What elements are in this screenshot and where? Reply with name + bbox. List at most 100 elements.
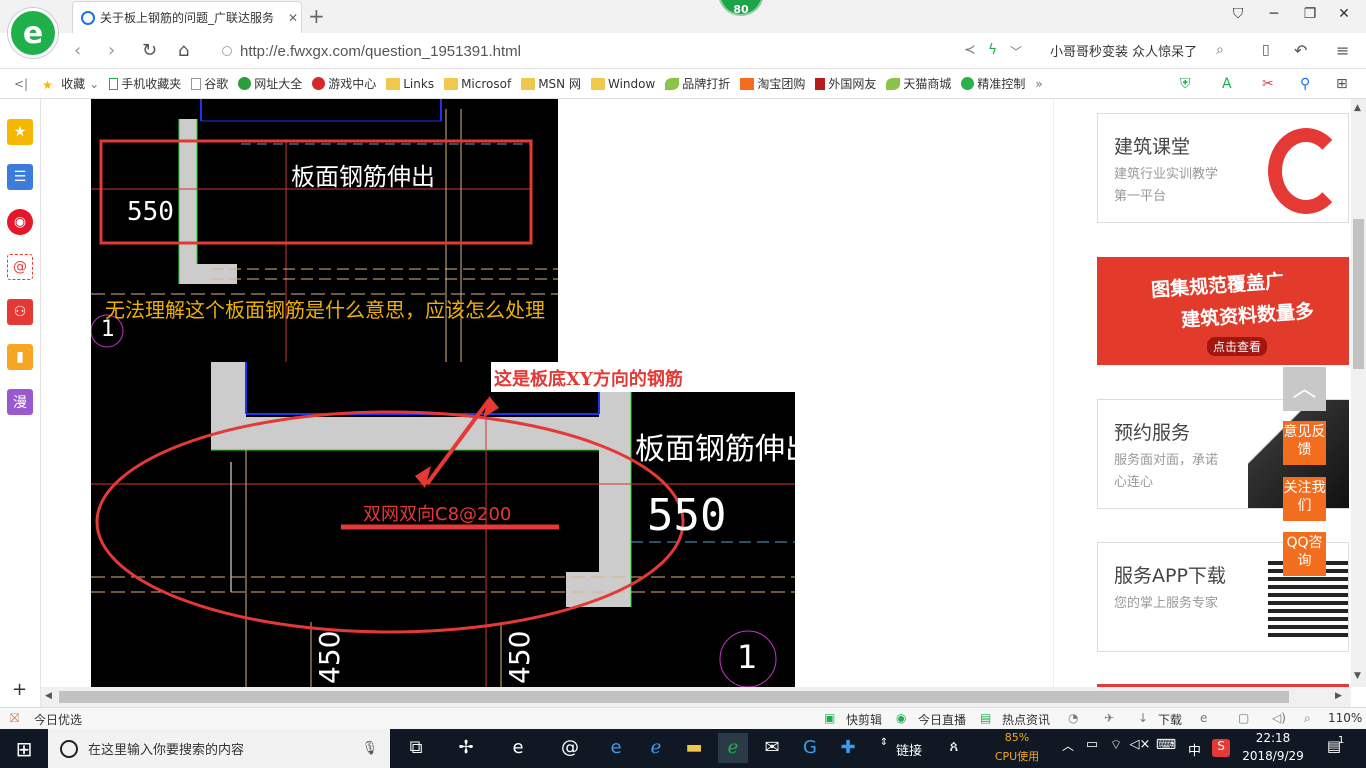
pin-icon[interactable]: ✈ xyxy=(1104,711,1114,725)
favorites-icon[interactable]: ★ xyxy=(7,119,33,145)
speed-icon[interactable]: ◔ xyxy=(1068,711,1078,725)
wifi-icon[interactable]: ⌔ xyxy=(1104,737,1128,761)
mail-icon[interactable]: @ xyxy=(7,254,33,280)
bookmark-item[interactable]: 游戏中心 xyxy=(312,75,376,92)
follow-us-button[interactable]: 关注我们 xyxy=(1283,477,1326,521)
clock-time[interactable]: 22:18 xyxy=(1246,731,1300,745)
bookmark-item[interactable]: MSN 网 xyxy=(521,75,581,92)
app-spiral-icon[interactable]: @ xyxy=(558,737,582,761)
shield-icon[interactable]: ⛨ xyxy=(1180,76,1191,92)
restore-icon[interactable]: ❐ xyxy=(1300,6,1320,22)
live-icon[interactable]: ◉ xyxy=(896,711,906,725)
task-view-icon[interactable]: ⧉ xyxy=(404,737,428,761)
forward-icon[interactable]: › xyxy=(108,40,115,61)
clock-date[interactable]: 2018/9/29 xyxy=(1240,749,1306,763)
battery-icon[interactable]: ▭ xyxy=(1080,737,1104,761)
search-suggestion[interactable]: 小哥哥秒变装 众人惊呆了 xyxy=(1050,41,1197,60)
windows-start-icon[interactable]: ⊞ xyxy=(12,737,36,761)
ie-icon[interactable]: e xyxy=(1200,711,1207,725)
site-info-icon[interactable] xyxy=(222,46,232,56)
bookmark-item[interactable]: 网址大全 xyxy=(238,75,302,92)
collapse-sidebar-icon[interactable]: <| xyxy=(14,77,28,91)
gift-icon[interactable]: ⛝ xyxy=(10,711,19,726)
comic-icon[interactable]: 漫 xyxy=(7,389,33,415)
zoom-icon[interactable]: ⌕ xyxy=(1304,711,1311,726)
banner-atlas[interactable]: 图集规范覆盖广 建筑资料数量多 点击查看 xyxy=(1097,257,1349,365)
taskbar-scroll-icon[interactable]: ⇕ xyxy=(872,737,896,761)
url-field[interactable]: http://e.fwxgx.com/question_1951391.html xyxy=(222,37,1042,65)
add-icon[interactable]: + xyxy=(12,679,27,700)
dropdown-icon[interactable]: ﹀ xyxy=(1010,43,1022,60)
scroll-thumb[interactable] xyxy=(1353,219,1364,369)
bookmark-item[interactable]: 精准控制 xyxy=(961,75,1025,92)
tab-close-icon[interactable]: ✕ xyxy=(285,11,301,25)
status-item[interactable]: 快剪辑 xyxy=(846,711,882,728)
microphone-icon[interactable]: 🎙 xyxy=(361,741,378,756)
home-icon[interactable]: ⌂ xyxy=(178,40,189,61)
keyboard-icon[interactable]: ⌨ xyxy=(1154,737,1178,761)
bookmark-item[interactable]: 淘宝团购 xyxy=(740,75,805,92)
zoom-level[interactable]: 110% xyxy=(1328,711,1362,725)
feedback-button[interactable]: 意见反馈 xyxy=(1283,421,1326,465)
back-to-top-icon[interactable]: ︿ xyxy=(1283,367,1326,411)
bookmark-item[interactable]: Microsof xyxy=(444,77,511,91)
ie-legacy-icon[interactable]: e xyxy=(506,737,530,761)
internet-explorer-icon[interactable]: ℯ xyxy=(644,737,668,761)
weibo-icon[interactable]: ◉ xyxy=(7,209,33,235)
lightning-icon[interactable]: ϟ xyxy=(988,42,997,58)
search-icon[interactable]: ⌕ xyxy=(1216,42,1224,58)
mail-icon[interactable]: ✉ xyxy=(760,737,784,761)
app-plus-icon[interactable]: ✚ xyxy=(836,737,860,761)
people-icon[interactable]: ጰ xyxy=(942,737,966,761)
scroll-left-icon[interactable]: ◀ xyxy=(45,691,52,701)
scroll-thumb[interactable] xyxy=(59,691,1289,703)
bookmark-item[interactable]: 手机收藏夹 xyxy=(109,75,181,92)
apps-grid-icon[interactable]: ⊞ xyxy=(1336,76,1348,92)
ime-label[interactable]: 中 xyxy=(1188,740,1201,759)
news-icon[interactable]: ▤ xyxy=(980,711,991,725)
bookmark-item[interactable]: 谷歌 xyxy=(191,75,228,92)
magnifier-icon[interactable]: ⚲ xyxy=(1300,76,1310,92)
status-item[interactable]: 热点资讯 xyxy=(1002,711,1050,728)
file-explorer-icon[interactable]: ▬ xyxy=(682,737,706,761)
undo-icon[interactable]: ↶ xyxy=(1294,41,1307,60)
new-tab-icon[interactable]: + xyxy=(308,4,325,28)
volume-icon[interactable]: ◁× xyxy=(1128,737,1152,761)
tray-chevron-icon[interactable]: ︿ xyxy=(1056,737,1080,761)
score-badge[interactable]: 80 xyxy=(718,0,764,16)
bookmark-item[interactable]: Window xyxy=(590,77,655,91)
scroll-up-icon[interactable]: ▲ xyxy=(1354,103,1361,113)
refresh-icon[interactable]: ↻ xyxy=(142,40,157,61)
back-icon[interactable]: ‹ xyxy=(74,40,81,61)
more-bookmarks-icon[interactable]: » xyxy=(1035,77,1042,91)
vertical-scrollbar[interactable]: ▲ ▼ xyxy=(1351,99,1366,687)
qq-consult-button[interactable]: QQ咨询 xyxy=(1283,532,1326,576)
status-item[interactable]: 下载 xyxy=(1158,711,1182,728)
browser-tab[interactable]: 关于板上钢筋的问题_广联达服务 ✕ xyxy=(72,1,302,33)
share-icon[interactable]: ≺ xyxy=(964,42,976,58)
news-icon[interactable]: ☰ xyxy=(7,164,33,190)
horizontal-scrollbar[interactable]: ◀ ▶ xyxy=(41,687,1351,707)
app-pinwheel-icon[interactable]: ✢ xyxy=(454,737,478,761)
sogou-icon[interactable]: S xyxy=(1212,739,1230,757)
menu-icon[interactable]: ≡ xyxy=(1336,41,1349,60)
edge-icon[interactable]: e xyxy=(604,737,628,761)
links-label[interactable]: 链接 xyxy=(896,740,922,759)
translate-icon[interactable]: A xyxy=(1222,76,1232,92)
volume-icon[interactable]: ◁) xyxy=(1272,711,1286,725)
bookmark-item[interactable]: 品牌打折 xyxy=(665,75,730,92)
browser-logo[interactable]: e xyxy=(8,8,58,58)
scroll-right-icon[interactable]: ▶ xyxy=(1335,691,1342,701)
taskbar-search[interactable]: 在这里输入你要搜索的内容 🎙 xyxy=(48,729,390,768)
today-picks[interactable]: 今日优选 xyxy=(34,711,82,728)
window-icon[interactable]: ▢ xyxy=(1238,711,1249,725)
phone-icon[interactable]: ▯ xyxy=(1262,42,1270,58)
scroll-down-icon[interactable]: ▼ xyxy=(1354,671,1361,681)
clip-icon[interactable]: ▣ xyxy=(824,711,835,725)
bookmark-item[interactable]: 外国网友 xyxy=(815,75,876,92)
minimize-icon[interactable]: ─ xyxy=(1264,6,1284,22)
browser-taskbar-icon[interactable]: ℯ xyxy=(718,733,748,763)
download-icon[interactable]: ↓ xyxy=(1138,711,1148,725)
status-item[interactable]: 今日直播 xyxy=(918,711,966,728)
bookmark-item[interactable]: Links xyxy=(386,77,434,91)
